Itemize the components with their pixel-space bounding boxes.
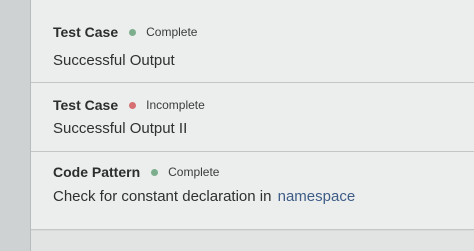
- checks-panel: Test Case Complete Successful Output Tes…: [31, 0, 474, 230]
- check-header: Test Case Incomplete: [53, 97, 205, 113]
- check-description: Check for constant declaration in namesp…: [53, 188, 355, 205]
- check-item: Code Pattern Complete Check for constant…: [31, 152, 474, 230]
- check-item: Test Case Incomplete Successful Output I…: [31, 83, 474, 152]
- status-dot-icon: [151, 168, 159, 176]
- status-label: Complete: [146, 25, 198, 39]
- bottom-strip: [31, 231, 474, 251]
- check-description-text: Check for constant declaration in: [53, 188, 272, 205]
- check-item: Test Case Complete Successful Output: [31, 0, 474, 83]
- check-description: Successful Output: [53, 52, 175, 69]
- status-label: Incomplete: [146, 98, 205, 112]
- check-title: Test Case: [53, 24, 119, 40]
- check-description: Successful Output II: [53, 120, 188, 137]
- check-header: Code Pattern Complete: [53, 164, 219, 180]
- check-header: Test Case Complete: [53, 24, 197, 40]
- check-title: Test Case: [53, 97, 119, 113]
- code-token: namespace: [277, 188, 356, 205]
- check-title: Code Pattern: [53, 164, 141, 180]
- left-margin: [0, 0, 31, 251]
- status-dot-icon: [129, 28, 137, 36]
- status-label: Complete: [168, 165, 220, 179]
- status-dot-icon: [129, 101, 137, 109]
